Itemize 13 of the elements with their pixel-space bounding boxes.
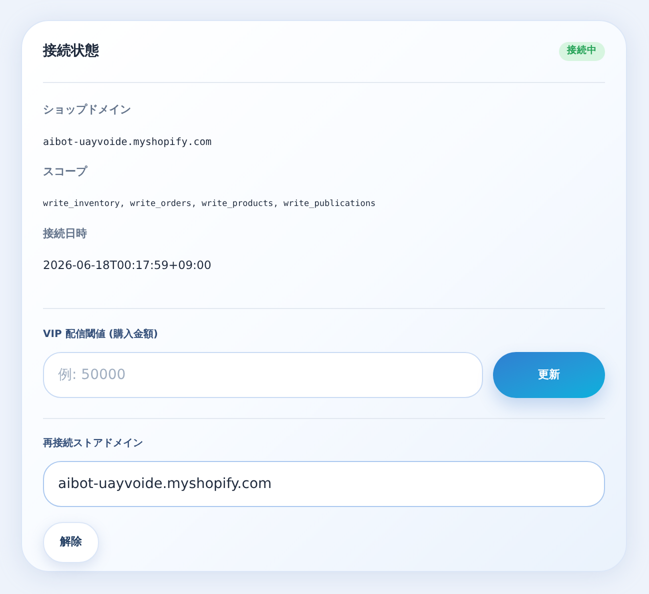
field-value: aibot-uayvoide.myshopify.com xyxy=(43,136,213,150)
field-value: 2026-06-18T00:17:59+09:00 xyxy=(43,257,212,274)
store-domain-input[interactable]: aibot-uayvoide.myshopify.com xyxy=(43,461,605,507)
disconnect-button[interactable]: 解除 xyxy=(43,522,99,563)
field-label: ショップドメイン xyxy=(43,102,132,118)
field-label: 再接続ストアドメイン xyxy=(43,436,144,451)
status-badge: 接続中 xyxy=(559,42,605,61)
threshold-input[interactable]: 例: 50000 xyxy=(43,352,483,398)
field-label: スコープ xyxy=(43,164,88,180)
field-label: 接続日時 xyxy=(43,226,88,242)
card-title: 接続状態 xyxy=(43,42,99,61)
field-label: VIP 配信閾値 (購入金額) xyxy=(43,328,159,342)
field-value: write_inventory, write_orders, write_products, write_publications xyxy=(43,198,377,211)
